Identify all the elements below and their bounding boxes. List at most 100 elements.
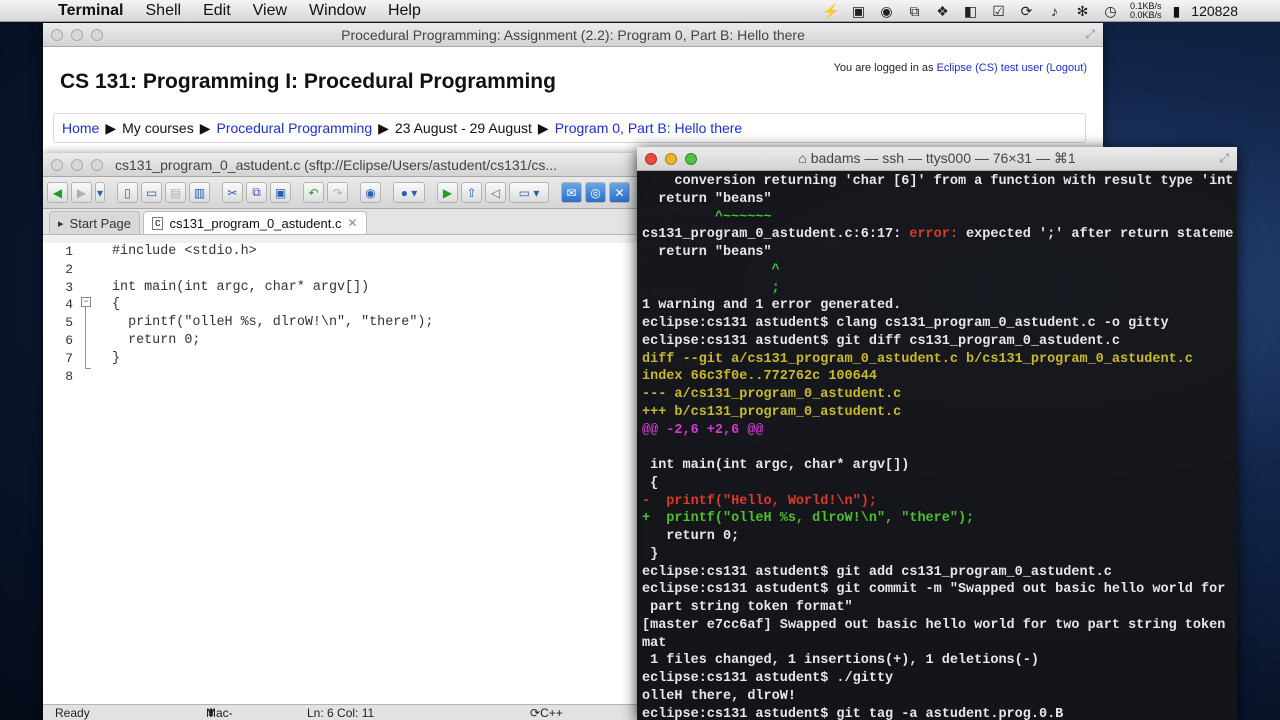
terminal-title-text: badams — ssh — ttys000 — 76×31 — ⌘1 <box>810 150 1076 166</box>
network-icon[interactable]: ⚡ <box>822 3 839 20</box>
battery-icon[interactable]: ▮ <box>1173 3 1181 20</box>
history-dropdown-icon[interactable]: ▾ <box>95 182 105 203</box>
document-icon[interactable]: ◧ <box>962 3 979 20</box>
editor-titlebar[interactable]: cs131_program_0_astudent.c (sftp://Eclip… <box>43 153 637 177</box>
fold-toggle-icon[interactable]: − <box>81 297 91 307</box>
browser-close-button[interactable] <box>51 29 63 41</box>
browser-preview-icon[interactable]: ◎ <box>585 182 606 203</box>
help-icon[interactable]: ◉ <box>360 182 381 203</box>
dropbox-icon[interactable]: ❖ <box>934 3 951 20</box>
editor-minimize-button[interactable] <box>71 159 83 171</box>
forward-icon[interactable]: ▶ <box>71 182 92 203</box>
editor-zoom-button[interactable] <box>91 159 103 171</box>
encoding-selector[interactable]: Mac-Roman ⬍ <box>206 706 245 720</box>
terminal-line: 1 files changed, 1 insertions(+), 1 dele… <box>642 653 1039 669</box>
breadcrumb-course[interactable]: Procedural Programming <box>217 120 373 136</box>
menu-edit[interactable]: Edit <box>203 2 231 20</box>
save-all-icon[interactable]: ▥ <box>189 182 210 203</box>
login-prefix: You are logged in as <box>833 62 934 74</box>
line-number: 1 <box>65 244 73 259</box>
breadcrumb-separator-icon: ▶ <box>378 119 389 136</box>
menu-view[interactable]: View <box>253 2 287 20</box>
code-line: return 0; <box>112 332 201 348</box>
terminal-line-error: cs131_program_0_astudent.c:6:17: error: … <box>642 226 1234 244</box>
breadcrumb-home[interactable]: Home <box>62 120 99 136</box>
error-keyword: error: <box>909 227 958 243</box>
menu-help[interactable]: Help <box>388 2 421 20</box>
terminal-title: ⌂ badams — ssh — ttys000 — 76×31 — ⌘1 <box>637 150 1237 167</box>
editor-toolbar: ◀ ▶ ▾ ▯ ▭ ▤ ▥ ✂ ⧉ ▣ ↶ ↷ ◉ ● ▾ ▶ ⇧ ◁ ▭ ▾ … <box>43 177 637 209</box>
start-page-icon: ▸ <box>58 217 64 230</box>
windows-icon[interactable]: ⧉ <box>906 3 923 20</box>
open-folder-icon[interactable]: ▭ <box>141 182 162 203</box>
browser-minimize-button[interactable] <box>71 29 83 41</box>
terminal-line: eclipse:cs131 astudent$ ./gitty <box>642 671 894 686</box>
sync-icon[interactable]: ⟳ <box>1018 3 1035 20</box>
c-file-icon: c <box>151 216 164 230</box>
terminal-close-button[interactable] <box>645 153 657 165</box>
camera-icon[interactable]: ▣ <box>850 3 867 20</box>
evernote-icon[interactable]: ◉ <box>878 3 895 20</box>
globe-icon[interactable]: ● ▾ <box>393 182 425 203</box>
status-state: Ready <box>55 705 90 720</box>
breadcrumb-week: 23 August - 29 August <box>394 120 532 136</box>
fold-guide <box>85 307 91 369</box>
terminal-line: int main(int argc, char* argv[]) <box>642 458 910 473</box>
copy-icon[interactable]: ⧉ <box>246 182 267 203</box>
terminal-line: --- a/cs131_program_0_astudent.c <box>642 387 902 402</box>
terminal-zoom-button[interactable] <box>685 153 697 165</box>
language-selector[interactable]: ⟳ C++ <box>530 706 563 720</box>
menu-shell[interactable]: Shell <box>146 2 182 20</box>
save-icon[interactable]: ▤ <box>165 182 186 203</box>
logout-link[interactable]: (Logout) <box>1046 62 1087 74</box>
code-editor[interactable]: 1 2 3 4 5 6 7 8 − #include <stdio.h> int… <box>43 243 637 705</box>
settings-icon[interactable]: ✕ <box>609 182 630 203</box>
bell-icon[interactable]: ♪ <box>1046 3 1063 19</box>
tab-start-page[interactable]: ▸ Start Page <box>49 211 140 234</box>
run-icon[interactable]: ▶ <box>437 182 458 203</box>
terminal-line: eclipse:cs131 astudent$ git tag -a astud… <box>642 706 1064 720</box>
terminal-titlebar[interactable]: ⌂ badams — ssh — ttys000 — 76×31 — ⌘1 ⤢ <box>637 147 1237 171</box>
terminal-line: { <box>642 475 659 491</box>
breadcrumb-my-courses: My courses <box>122 120 194 136</box>
cut-icon[interactable]: ✂ <box>222 182 243 203</box>
terminal-line: conversion returning 'char [6]' from a f… <box>642 174 1234 189</box>
encoding-value: Mac-Roman <box>206 705 245 720</box>
browser-zoom-button[interactable] <box>91 29 103 41</box>
fullscreen-icon[interactable]: ⤢ <box>1219 151 1229 166</box>
time-machine-icon[interactable]: ◷ <box>1102 3 1119 20</box>
mail-icon[interactable]: ✉ <box>561 182 582 203</box>
browser-titlebar[interactable]: Procedural Programming: Assignment (2.2)… <box>43 23 1103 47</box>
bluetooth-icon[interactable]: ✻ <box>1074 3 1091 20</box>
terminal-line: return "beans" <box>642 245 772 260</box>
editor-close-button[interactable] <box>51 159 63 171</box>
terminal-line: diff --git a/cs131_program_0_astudent.c … <box>642 351 1193 367</box>
page-title: CS 131: Programming I: Procedural Progra… <box>60 70 556 93</box>
snippet-icon[interactable]: ▭ ▾ <box>509 182 549 203</box>
new-file-icon[interactable]: ▯ <box>117 182 138 203</box>
user-link[interactable]: Eclipse (CS) test user <box>937 62 1043 74</box>
terminal-line: +++ b/cs131_program_0_astudent.c <box>642 404 902 420</box>
terminal-line: olleH there, dlroW! <box>642 688 796 704</box>
line-number: 3 <box>65 279 73 295</box>
status-area: ⚡ ▣ ◉ ⧉ ❖ ◧ ☑ ⟳ ♪ ✻ ◷ 0.1KB/s 0.0KB/s ▮ 1… <box>822 0 1280 22</box>
terminal-output[interactable]: conversion returning 'char [6]' from a f… <box>642 173 1234 720</box>
tab-source-file[interactable]: c cs131_program_0_astudent.c ✕ <box>142 211 367 234</box>
tab-close-icon[interactable]: ✕ <box>347 216 357 230</box>
fullscreen-icon[interactable]: ⤢ <box>1085 27 1095 42</box>
terminal-minimize-button[interactable] <box>665 153 677 165</box>
back-icon[interactable]: ◀ <box>47 182 68 203</box>
menu-window[interactable]: Window <box>309 2 366 20</box>
undo-icon[interactable]: ↶ <box>303 182 324 203</box>
breadcrumb: Home ▶ My courses ▶ Procedural Programmi… <box>53 113 1086 143</box>
menu-app-name[interactable]: Terminal <box>58 2 124 20</box>
checkbox-icon[interactable]: ☑ <box>990 3 1007 20</box>
paste-icon[interactable]: ▣ <box>270 182 291 203</box>
upload-icon[interactable]: ⇧ <box>461 182 482 203</box>
redo-icon[interactable]: ↷ <box>327 182 348 203</box>
battery-text: 120828 <box>1191 3 1238 19</box>
terminal-line: ; <box>642 280 780 296</box>
play-icon[interactable]: ◁ <box>485 182 506 203</box>
breadcrumb-assignment[interactable]: Program 0, Part B: Hello there <box>555 120 743 136</box>
